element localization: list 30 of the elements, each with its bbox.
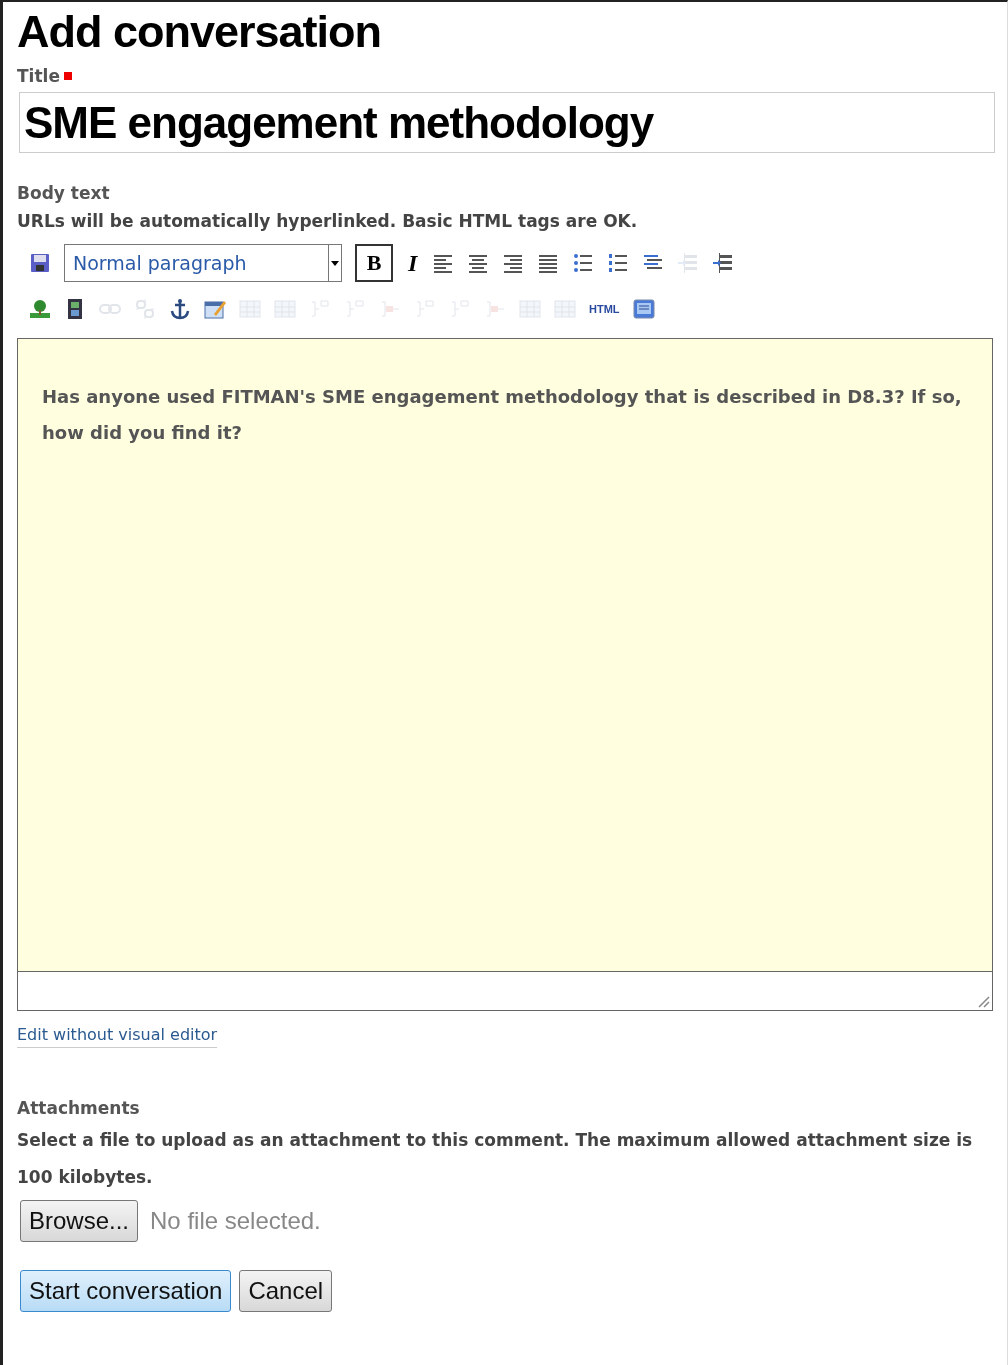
caret-icon (331, 260, 339, 266)
format-dropdown[interactable]: Normal paragraph (64, 244, 342, 282)
align-right-icon[interactable] (502, 252, 525, 274)
justify-icon[interactable] (537, 252, 560, 274)
numbers-icon[interactable] (607, 252, 630, 274)
table-edit-icon[interactable] (204, 298, 226, 320)
html-source-button[interactable]: HTML (589, 303, 620, 315)
help-text: Select a file to upload as an attachment to this comment. The maximum allowed attachment size is 100 kilobytes. (17, 1129, 974, 1189)
indent-icon[interactable] (712, 252, 735, 274)
toggle-editor-link[interactable]: Edit without visual editor (17, 1025, 218, 1048)
file-status: No file selected. (150, 1207, 321, 1235)
cancel-button[interactable]: Cancel (239, 1270, 333, 1312)
resize-grip-icon[interactable] (976, 994, 990, 1008)
title-field[interactable]: SME engagement methodology (19, 92, 995, 153)
image-icon[interactable] (29, 298, 51, 320)
fullscreen-icon[interactable] (632, 298, 655, 320)
anchor-icon[interactable] (169, 298, 191, 320)
submit-button[interactable]: Start conversation (20, 1270, 232, 1312)
bold-button[interactable]: B (355, 244, 393, 282)
page-heading: Add conversation (17, 6, 383, 58)
bullets-icon[interactable] (572, 252, 595, 274)
italic-button[interactable]: I (406, 249, 420, 277)
field-label: Title (17, 66, 60, 86)
browse-button[interactable]: Browse... (20, 1200, 139, 1242)
save-icon[interactable] (29, 252, 51, 274)
field-label: Body text (17, 183, 110, 203)
help-text: URLs will be automatically hyperlinked. Basic HTML tags are OK. (17, 210, 639, 233)
align-center-icon[interactable] (467, 252, 490, 274)
field-label: Attachments (17, 1098, 140, 1118)
align-left-icon[interactable] (432, 252, 455, 274)
